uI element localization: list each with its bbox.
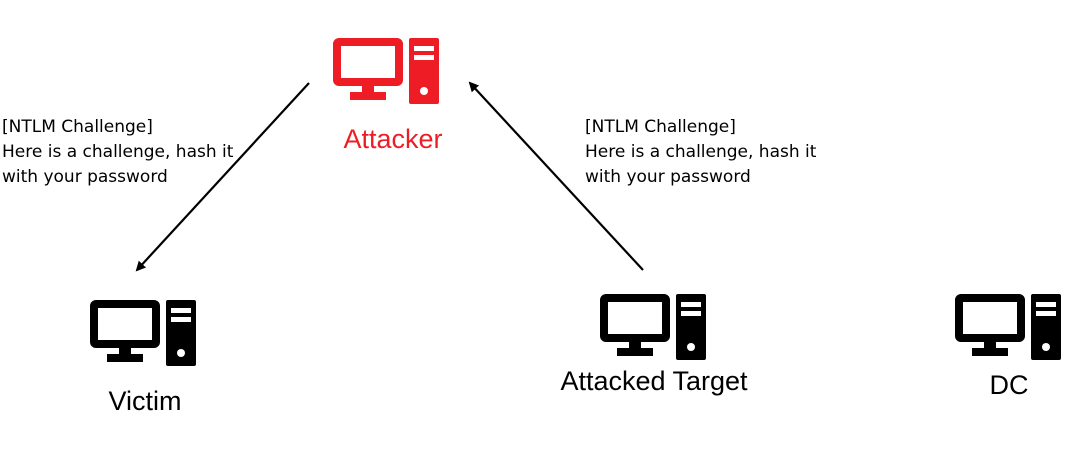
computer-icon (604, 294, 706, 360)
note-right: [NTLM Challenge] Here is a challenge, ha… (585, 117, 817, 187)
node-attacked-target-label: Attacked Target (560, 366, 748, 396)
computer-icon (94, 300, 196, 366)
note-right-line2: Here is a challenge, hash it (585, 142, 817, 162)
note-left-line2: Here is a challenge, hash it (2, 142, 234, 162)
note-left: [NTLM Challenge] Here is a challenge, ha… (2, 117, 234, 187)
node-victim-label: Victim (108, 386, 181, 416)
computer-icon (337, 38, 439, 104)
note-right-line1: [NTLM Challenge] (585, 117, 736, 137)
note-right-line3: with your password (585, 167, 751, 187)
computer-icon (959, 294, 1061, 360)
ntlm-relay-diagram: Attacker Victim Attacked Target DC [NTLM… (2, 0, 1080, 416)
node-attacked-target: Attacked Target (560, 294, 748, 396)
node-victim: Victim (94, 300, 196, 416)
node-attacker: Attacker (337, 38, 443, 154)
node-dc-label: DC (990, 370, 1029, 400)
note-left-line1: [NTLM Challenge] (2, 117, 153, 137)
node-dc: DC (959, 294, 1061, 400)
node-attacker-label: Attacker (343, 124, 442, 154)
note-left-line3: with your password (2, 167, 168, 187)
